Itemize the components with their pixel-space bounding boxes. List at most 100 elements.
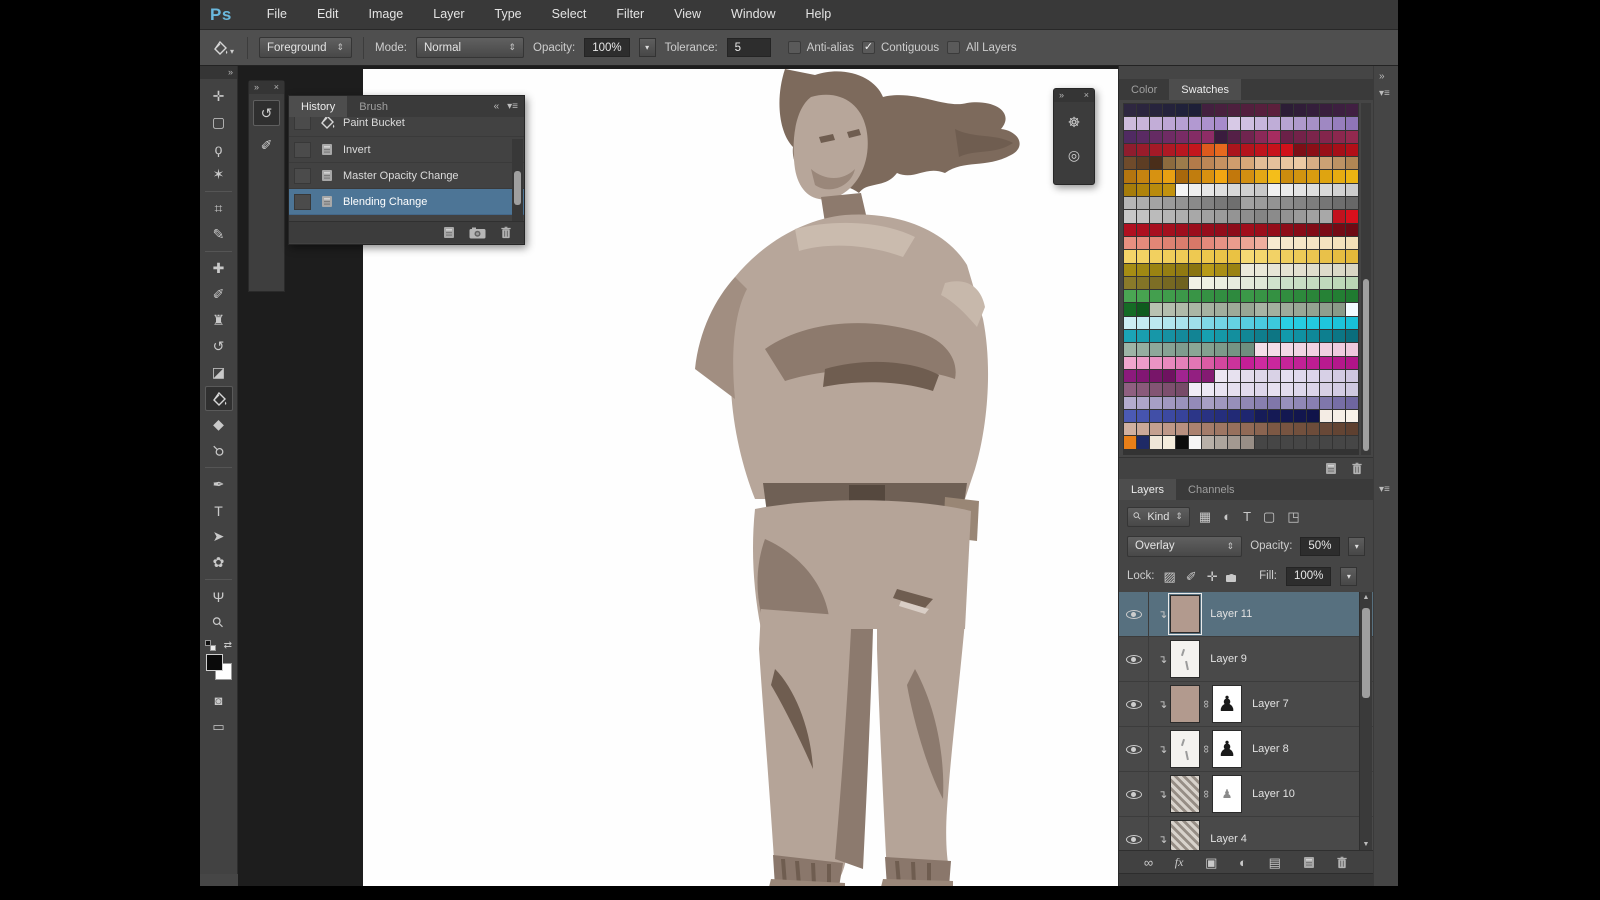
layer-group-icon[interactable]: ▤ <box>1269 856 1281 869</box>
swatch[interactable] <box>1293 263 1306 276</box>
lock-all-icon[interactable] <box>1226 571 1237 582</box>
swatch[interactable] <box>1189 183 1202 197</box>
swatch[interactable] <box>1137 383 1150 396</box>
swatch[interactable] <box>1306 409 1319 423</box>
swatch[interactable] <box>1202 183 1215 197</box>
swatch[interactable] <box>1267 316 1280 330</box>
swatch[interactable] <box>1345 236 1358 250</box>
swatch[interactable] <box>1254 316 1267 330</box>
swatch[interactable] <box>1202 130 1215 143</box>
swatch[interactable] <box>1202 356 1215 369</box>
swatch[interactable] <box>1137 409 1150 423</box>
swatch[interactable] <box>1345 356 1358 369</box>
swatch[interactable] <box>1332 316 1345 330</box>
swatch[interactable] <box>1163 369 1176 383</box>
swatch[interactable] <box>1254 183 1267 197</box>
swatch[interactable] <box>1124 183 1137 197</box>
swatch[interactable] <box>1163 157 1176 170</box>
swatch[interactable] <box>1150 143 1163 157</box>
swatch[interactable] <box>1345 383 1358 396</box>
swatch[interactable] <box>1280 183 1293 197</box>
swatch[interactable] <box>1163 290 1176 303</box>
swatch[interactable] <box>1280 383 1293 396</box>
tab-layers[interactable]: Layers <box>1119 479 1177 500</box>
swatch[interactable] <box>1280 263 1293 276</box>
swatch[interactable] <box>1150 263 1163 276</box>
swatch[interactable] <box>1137 210 1150 223</box>
swatch[interactable] <box>1306 170 1319 183</box>
swatch[interactable] <box>1163 423 1176 436</box>
history-state[interactable]: Master Opacity Change <box>289 163 524 189</box>
menu-help[interactable]: Help <box>791 7 847 21</box>
brush-panel-icon[interactable]: ✐ <box>253 132 280 158</box>
swatch[interactable] <box>1137 250 1150 263</box>
swatch[interactable] <box>1241 250 1254 263</box>
swatch[interactable] <box>1228 250 1241 263</box>
swatch[interactable] <box>1137 117 1150 130</box>
menu-type[interactable]: Type <box>480 7 537 21</box>
swatch[interactable] <box>1241 157 1254 170</box>
swatch[interactable] <box>1176 409 1189 423</box>
swatch[interactable] <box>1215 143 1228 157</box>
swatch[interactable] <box>1293 356 1306 369</box>
swatch[interactable] <box>1267 276 1280 290</box>
swatch[interactable] <box>1137 170 1150 183</box>
swatch[interactable] <box>1241 263 1254 276</box>
swatch[interactable] <box>1228 383 1241 396</box>
swatch[interactable] <box>1319 303 1332 316</box>
app-logo[interactable]: Ps <box>210 5 232 25</box>
history-state[interactable]: Invert <box>289 137 524 163</box>
swatch[interactable] <box>1241 197 1254 210</box>
filter-shape-layers-icon[interactable]: ▢ <box>1263 510 1275 523</box>
swatch[interactable] <box>1319 223 1332 236</box>
swatch[interactable] <box>1124 157 1137 170</box>
swatch[interactable] <box>1228 303 1241 316</box>
layer-visibility-toggle[interactable] <box>1119 772 1149 816</box>
swatch[interactable] <box>1124 383 1137 396</box>
swatch[interactable] <box>1176 356 1189 369</box>
swatch[interactable] <box>1228 263 1241 276</box>
swatch[interactable] <box>1215 183 1228 197</box>
swatch[interactable] <box>1215 343 1228 356</box>
swatch[interactable] <box>1319 210 1332 223</box>
blur-tool[interactable]: ◆ <box>205 412 233 437</box>
swatch[interactable] <box>1345 343 1358 356</box>
swatch[interactable] <box>1189 223 1202 236</box>
swatch[interactable] <box>1124 330 1137 343</box>
swatch[interactable] <box>1332 343 1345 356</box>
anti-alias-checkbox[interactable] <box>787 41 801 54</box>
clone-stamp-tool[interactable]: ♜ <box>205 308 233 333</box>
swatch[interactable] <box>1345 130 1358 143</box>
swatch[interactable] <box>1306 436 1319 449</box>
swatch[interactable] <box>1319 369 1332 383</box>
swatch[interactable] <box>1293 210 1306 223</box>
swatch[interactable] <box>1189 409 1202 423</box>
swatch[interactable] <box>1293 369 1306 383</box>
default-colors-icon[interactable] <box>205 640 216 651</box>
swatch[interactable] <box>1306 250 1319 263</box>
filter-type-layers-icon[interactable]: T <box>1243 510 1251 523</box>
swatch[interactable] <box>1280 396 1293 409</box>
pen-tool[interactable]: ✒ <box>205 472 233 497</box>
swatch[interactable] <box>1254 330 1267 343</box>
tab-history[interactable]: History <box>289 96 348 117</box>
swatch[interactable] <box>1150 303 1163 316</box>
swatch[interactable] <box>1267 143 1280 157</box>
swatch[interactable] <box>1202 316 1215 330</box>
swatch[interactable] <box>1280 117 1293 130</box>
swatch[interactable] <box>1306 356 1319 369</box>
dodge-tool[interactable]: ⚲ <box>205 438 233 463</box>
swatch[interactable] <box>1254 223 1267 236</box>
swatch[interactable] <box>1241 276 1254 290</box>
delete-state-icon[interactable] <box>500 226 512 239</box>
swatch[interactable] <box>1228 409 1241 423</box>
swatch[interactable] <box>1332 183 1345 197</box>
swatch[interactable] <box>1241 104 1254 117</box>
swatch[interactable] <box>1215 236 1228 250</box>
swatch[interactable] <box>1150 117 1163 130</box>
adjustment-layer-icon[interactable]: ◐ <box>1239 856 1247 869</box>
swatch[interactable] <box>1189 276 1202 290</box>
swatch[interactable] <box>1215 117 1228 130</box>
blend-mode-select[interactable]: Overlay ⇕ <box>1127 535 1243 557</box>
swatch[interactable] <box>1150 104 1163 117</box>
